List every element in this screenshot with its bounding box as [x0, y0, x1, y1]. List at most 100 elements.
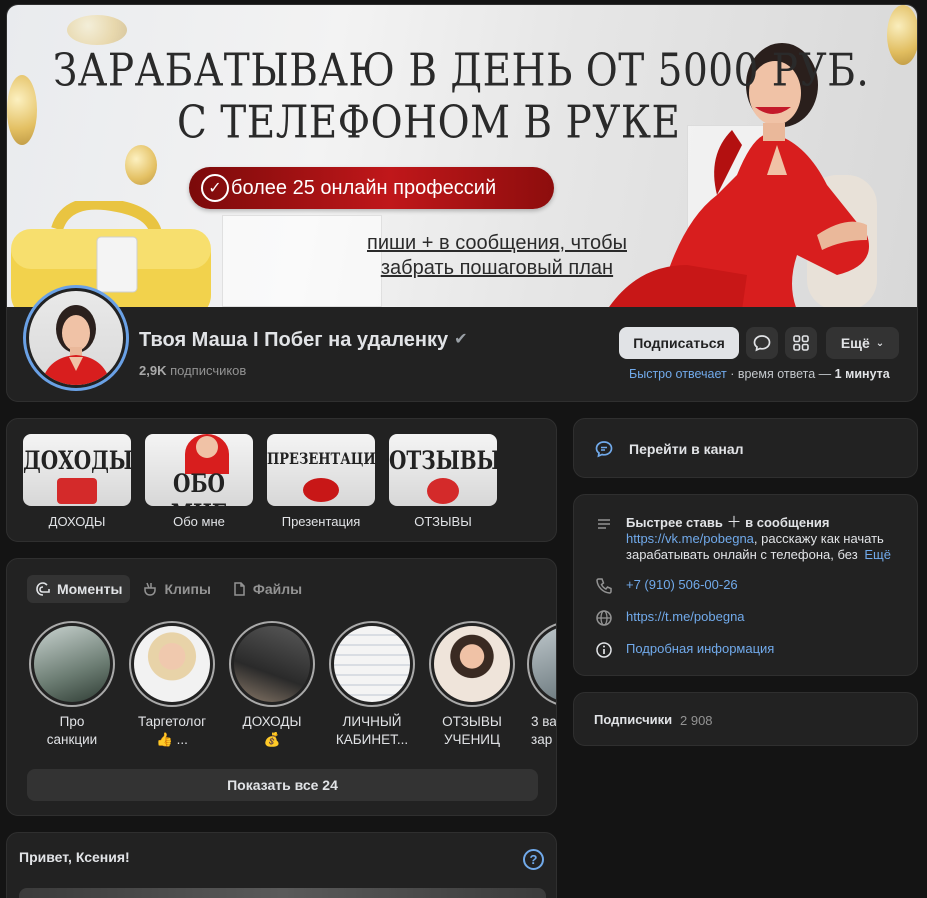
channel-card[interactable]: Перейти в канал [573, 418, 918, 478]
story-caption-1: 3 ва [531, 714, 557, 729]
moments-icon [36, 582, 50, 596]
community-name-text: Твоя Маша I Побег на удаленку [139, 329, 449, 351]
desc-line1b: в сообщения [745, 515, 830, 530]
cover-cta-line2: забрать пошаговый план [380, 257, 614, 279]
cover-pill: ✓ более 25 онлайн профессий [189, 167, 554, 209]
story-caption-1: Таргетолог [137, 714, 207, 729]
story-caption-2: санкции [46, 732, 98, 747]
story-caption-1: ОТЗЫВЫ [442, 714, 502, 729]
tab-files[interactable]: Файлы [223, 575, 310, 603]
story-caption-2: 👍 ... [156, 732, 188, 747]
check-circle-icon: ✓ [201, 174, 229, 202]
reply-time-value: 1 минута [834, 367, 890, 381]
reply-time: Быстро отвечает · время ответа — 1 минут… [629, 367, 890, 381]
tab-files-label: Файлы [252, 581, 303, 597]
desc-line2: , расскажу как начать [753, 531, 884, 546]
story-item[interactable]: 3 ва зар [525, 621, 557, 749]
album-thumbnail: ПРЕЗЕНТАЦИЯ [267, 434, 375, 506]
story-caption-1: ДОХОДЫ [242, 714, 302, 729]
greeting-text: Привет, Ксения! [19, 849, 130, 865]
subscribers-card[interactable]: Подписчики 2 908 [573, 692, 918, 746]
cover-pill-text: более 25 онлайн профессий [231, 176, 497, 199]
moments-card: Моменты Клипы Файлы Про санкции Таргетоло… [6, 558, 557, 816]
grid-icon [793, 335, 809, 351]
cover-cta-line1: пиши + в сообщения, чтобы [367, 232, 627, 254]
album-thumbnail: ОТЗЫВЫ [389, 434, 497, 506]
subscribers-title: Подписчики [594, 712, 673, 727]
story-item[interactable]: Про санкции [27, 621, 117, 749]
chevron-down-icon: ⌄ [875, 337, 885, 349]
subscribers-count: 2,9K [139, 363, 167, 378]
story-caption-2: УЧЕНИЦ [443, 732, 501, 747]
avatar[interactable] [23, 285, 129, 391]
album-thumb-title: ПРЕЗЕНТАЦИЯ [267, 450, 375, 469]
message-button[interactable] [746, 327, 778, 359]
subscribers-label: подписчиков [170, 363, 247, 378]
subscribers-summary[interactable]: 2,9K подписчиков [139, 363, 246, 378]
cover-banner: ЗАРАБАТЫВАЮ В ДЕНЬ ОТ 5000 РУБ. С ТЕЛЕФО… [7, 5, 917, 307]
channel-link-label: Перейти в канал [629, 441, 744, 457]
album-thumb-title: ДОХОДЫ [23, 445, 131, 475]
tab-clips-label: Клипы [164, 581, 211, 597]
text-lines-icon [598, 519, 610, 529]
community-name: Твоя Маша I Побег на удаленку ✔ [139, 329, 468, 352]
more-button[interactable]: Ещё ⌄ [826, 327, 899, 359]
story-item[interactable]: ДОХОДЫ 💰 [227, 621, 317, 749]
story-caption-2: КАБИНЕТ... [335, 732, 409, 747]
tab-clips[interactable]: Клипы [134, 575, 218, 603]
story-item[interactable]: ЛИЧНЫЙ КАБИНЕТ... [327, 621, 417, 749]
show-all-button[interactable]: Показать все 24 [27, 769, 538, 801]
verified-check-icon: ✔ [454, 331, 468, 348]
album-thumb-title: ОБО МНЕ [171, 468, 227, 506]
story-item[interactable]: Таргетолог 👍 ... [127, 621, 217, 749]
info-icon [596, 642, 612, 658]
album-item[interactable]: ОТЗЫВЫ ОТЗЫВЫ [389, 434, 497, 529]
desc-line3: зарабатывать онлайн с телефона, без [626, 547, 858, 562]
phone-link[interactable]: +7 (910) 506-00-26 [626, 577, 738, 593]
page: ЗАРАБАТЫВАЮ В ДЕНЬ ОТ 5000 РУБ. С ТЕЛЕФО… [0, 0, 927, 898]
album-thumb-title: ОТЗЫВЫ [389, 445, 497, 475]
album-item[interactable]: ОБО МНЕ Обо мне [145, 434, 253, 529]
album-item[interactable]: ПРЕЗЕНТАЦИЯ Презентация [267, 434, 375, 529]
album-label: Презентация [281, 514, 361, 529]
story-caption-1: ЛИЧНЫЙ [342, 714, 402, 729]
greeting-card: Привет, Ксения! ? [6, 832, 557, 898]
site-link[interactable]: https://t.me/pobegna [626, 609, 745, 625]
desc-line1: Быстрее ставь [626, 515, 723, 530]
phone-icon [596, 578, 612, 594]
album-item[interactable]: ДОХОДЫ ДОХОДЫ [23, 434, 131, 529]
briefcase-illustration [11, 201, 211, 307]
phone-row: +7 (910) 506-00-26 [594, 577, 738, 595]
file-icon [234, 582, 245, 596]
story-caption-2: зар [531, 732, 553, 747]
moments-tabs: Моменты Клипы Файлы [27, 575, 310, 603]
apps-button[interactable] [785, 327, 817, 359]
tab-moments-label: Моменты [57, 581, 123, 597]
plus-icon: ＋ [726, 514, 742, 531]
desc-link[interactable]: https://vk.me/pobegna [626, 531, 754, 546]
albums-card: ДОХОДЫ ДОХОДЫ ОБО МНЕ Обо мне ПРЕЗЕНТАЦИ… [6, 418, 557, 542]
more-button-label: Ещё [840, 335, 870, 351]
channel-chat-icon [595, 441, 613, 458]
clips-icon [144, 582, 157, 596]
cover-headline-1: ЗАРАБАТЫВАЮ В ДЕНЬ ОТ 5000 РУБ. [53, 45, 870, 97]
help-icon[interactable]: ? [523, 849, 544, 870]
story-item[interactable]: ОТЗЫВЫ УЧЕНИЦ [427, 621, 517, 749]
album-label: ДОХОДЫ [48, 514, 106, 529]
desc-more-link[interactable]: Ещё [860, 547, 891, 563]
cover-headline-2: С ТЕЛЕФОНОМ В РУКЕ [177, 97, 681, 149]
reply-time-label: время ответа — [737, 367, 832, 381]
details-link[interactable]: Подробная информация [626, 641, 774, 657]
album-thumbnail: ДОХОДЫ [23, 434, 131, 506]
story-caption-1: Про [59, 714, 85, 729]
album-label: ОТЗЫВЫ [414, 514, 472, 529]
globe-icon [596, 610, 612, 626]
details-row: Подробная информация [594, 641, 774, 659]
avatar-photo [41, 305, 111, 385]
subscribe-button[interactable]: Подписаться [619, 327, 739, 359]
description-row: Быстрее ставь ＋ в сообщения https://vk.m… [594, 515, 891, 563]
greeting-image-strip [19, 888, 546, 898]
album-label: Обо мне [173, 514, 225, 529]
tab-moments[interactable]: Моменты [27, 575, 131, 603]
subscribers-total: 2 908 [680, 713, 713, 728]
